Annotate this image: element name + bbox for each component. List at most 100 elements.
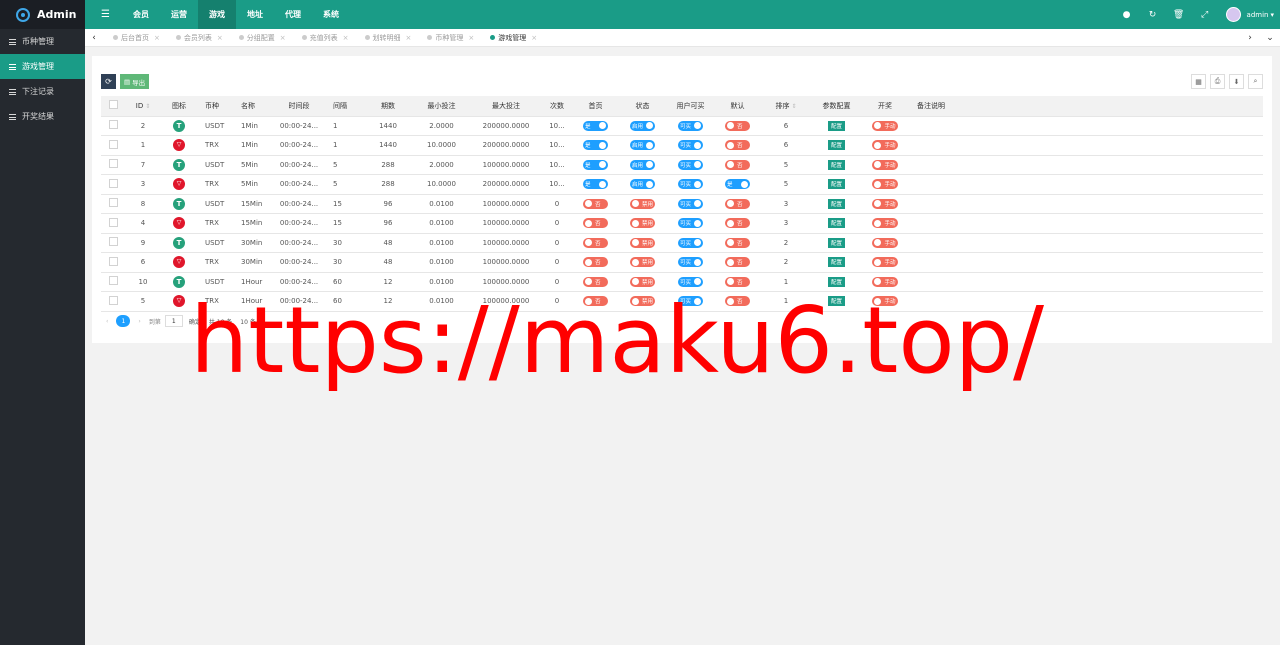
config-button[interactable]: 配置 [827,179,845,190]
export-button[interactable]: ▤ 导出 [120,74,150,89]
logo[interactable]: Admin [0,0,85,29]
close-icon[interactable]: × [406,34,412,42]
default-toggle[interactable]: 否 [725,140,750,150]
row-checkbox[interactable] [101,291,125,312]
home-toggle[interactable]: 是 [583,179,608,190]
refresh-page-icon[interactable]: ↻ [1140,10,1166,20]
home-toggle[interactable]: 否 [583,237,608,248]
search-icon[interactable]: ⌕ [1248,74,1263,89]
select-all-checkbox[interactable] [101,96,125,117]
row-checkbox[interactable] [101,174,125,195]
tab-1[interactable]: 会员列表 × [168,33,231,43]
buyable-toggle[interactable]: 可买 [677,276,703,287]
buyable-toggle[interactable]: 可买 [677,237,703,248]
close-icon[interactable]: × [280,34,286,42]
row-checkbox[interactable] [101,213,125,234]
col-header-sort[interactable]: 排序 ⇕ [760,96,812,117]
draw-toggle[interactable]: 手动 [872,276,898,287]
table-row[interactable]: 1 ▽ TRX 1Min 00:00-24... 1 1440 10.0000 200000.0… [101,135,1263,156]
draw-toggle[interactable]: 手动 [872,140,898,150]
draw-toggle[interactable]: 手动 [872,159,898,170]
prev-page-icon[interactable]: ‹ [106,318,108,325]
nav-item-game[interactable]: 游戏 [197,0,236,29]
menu-toggle-icon[interactable]: ☰ [89,0,122,29]
config-button[interactable]: 配置 [827,159,845,170]
table-row[interactable]: 3 ▽ TRX 5Min 00:00-24... 5 288 10.0000 200000.00… [101,174,1263,195]
buyable-toggle[interactable]: 可买 [677,120,703,131]
config-button[interactable]: 配置 [827,218,845,229]
sidebar-item-bets[interactable]: 下注记录 [0,79,85,104]
next-page-icon[interactable]: › [138,318,140,325]
status-toggle[interactable]: 禁用 [629,218,655,228]
tab-2[interactable]: 分组配置 × [231,33,294,43]
nav-item-system[interactable]: 系统 [312,0,350,29]
home-toggle[interactable]: 否 [583,257,608,267]
status-toggle[interactable]: 禁用 [629,257,655,267]
fullscreen-icon[interactable]: ⤢ [1192,10,1218,20]
table-row[interactable]: 8 T USDT 15Min 00:00-24... 15 96 0.0100 100000.0… [101,194,1263,214]
draw-toggle[interactable]: 手动 [872,237,898,248]
status-toggle[interactable]: 禁用 [629,276,655,287]
tabs-scroll-left-icon[interactable]: ‹ [85,33,103,43]
page-input[interactable]: 1 [164,315,183,327]
close-icon[interactable]: × [531,34,537,42]
draw-toggle[interactable]: 手动 [872,218,898,228]
default-toggle[interactable]: 否 [725,159,750,170]
nav-item-operation[interactable]: 运营 [160,0,198,29]
tab-6[interactable]: 游戏管理 × [482,33,545,43]
tab-3[interactable]: 充值列表 × [294,33,357,43]
row-checkbox[interactable] [101,272,125,292]
config-button[interactable]: 配置 [827,257,845,268]
tab-0[interactable]: 后台首页 × [105,33,168,43]
buyable-toggle[interactable]: 可买 [677,257,703,268]
home-toggle[interactable]: 否 [583,198,608,209]
nav-item-agent[interactable]: 代理 [274,0,312,29]
sidebar-item-game[interactable]: 游戏管理 [0,54,85,79]
buyable-toggle[interactable]: 可买 [677,179,703,190]
user-menu[interactable]: admin ▾ [1225,7,1274,22]
row-checkbox[interactable] [101,116,125,136]
col-header-id[interactable]: ID ⇕ [125,96,161,117]
sort-icon[interactable]: ⇕ [791,103,796,110]
draw-toggle[interactable]: 手动 [872,179,898,189]
row-checkbox[interactable] [101,252,125,273]
close-icon[interactable]: × [468,34,474,42]
home-toggle[interactable]: 否 [583,218,608,228]
draw-toggle[interactable]: 手动 [872,257,898,267]
tabs-scroll-right-icon[interactable]: › [1240,33,1260,43]
status-toggle[interactable]: 禁用 [629,198,655,209]
sidebar-item-coin[interactable]: 币种管理 [0,29,85,54]
default-toggle[interactable]: 否 [725,237,750,248]
print-icon[interactable]: ⎙ [1210,74,1225,89]
buyable-toggle[interactable]: 可买 [677,159,703,170]
config-button[interactable]: 配置 [827,276,845,287]
close-icon[interactable]: × [217,34,223,42]
table-row[interactable]: 4 ▽ TRX 15Min 00:00-24... 15 96 0.0100 100000.00… [101,213,1263,234]
home-toggle[interactable]: 是 [583,120,608,131]
buyable-toggle[interactable]: 可买 [677,198,703,209]
clear-cache-icon[interactable]: 🗑 [1166,10,1192,20]
close-icon[interactable]: × [343,34,349,42]
nav-item-member[interactable]: 会员 [122,0,160,29]
table-row[interactable]: 9 T USDT 30Min 00:00-24... 30 48 0.0100 100000.0… [101,233,1263,253]
columns-icon[interactable]: ▦ [1191,74,1206,89]
buyable-toggle[interactable]: 可买 [677,140,703,151]
table-row[interactable]: 7 T USDT 5Min 00:00-24... 5 288 2.0000 100000.00… [101,155,1263,175]
default-toggle[interactable]: 否 [725,218,750,228]
sort-icon[interactable]: ⇕ [145,103,150,110]
config-button[interactable]: 配置 [827,237,845,248]
default-toggle[interactable]: 否 [725,198,750,209]
status-toggle[interactable]: 启用 [629,179,655,190]
config-button[interactable]: 配置 [827,120,845,131]
draw-toggle[interactable]: 手动 [872,120,898,131]
page-current[interactable]: 1 [116,315,131,327]
sidebar-item-results[interactable]: 开奖结果 [0,104,85,129]
tab-4[interactable]: 划转明细 × [357,33,420,43]
status-toggle[interactable]: 启用 [629,140,655,151]
buyable-toggle[interactable]: 可买 [677,218,703,229]
default-toggle[interactable]: 否 [725,257,750,267]
export-file-icon[interactable]: ⬇ [1229,74,1244,89]
default-toggle[interactable]: 是 [725,179,750,190]
default-toggle[interactable]: 否 [725,120,750,131]
theme-icon[interactable]: ● [1114,10,1140,20]
